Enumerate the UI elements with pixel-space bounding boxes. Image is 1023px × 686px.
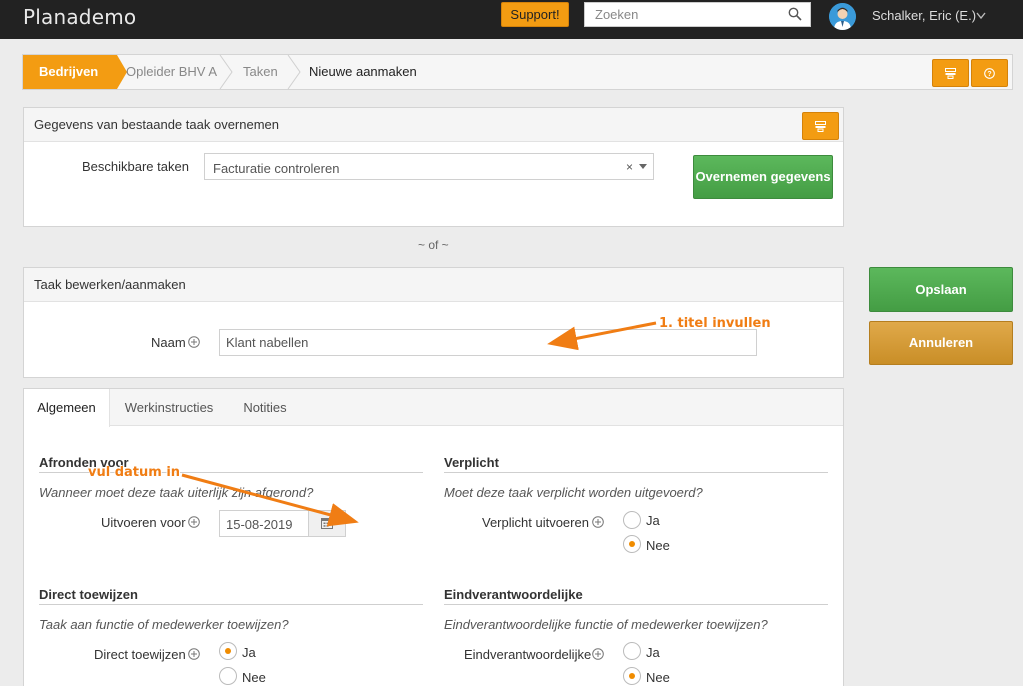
- copy-data-button[interactable]: Overnemen gegevens: [693, 155, 833, 199]
- radio-direct-nee[interactable]: [219, 667, 237, 685]
- selected-task-value: Facturatie controleren: [213, 161, 340, 176]
- dropdown-arrow-icon[interactable]: [639, 164, 647, 169]
- radio-label-nee: Nee: [242, 670, 266, 685]
- section-description-eindverantwoordelijke: Eindverantwoordelijke functie of medewer…: [444, 617, 768, 632]
- radio-verplicht-nee[interactable]: [623, 535, 641, 553]
- search-input[interactable]: [585, 3, 775, 26]
- section-title-eindverantwoordelijke: Eindverantwoordelijke: [444, 587, 583, 602]
- radio-label-ja: Ja: [242, 645, 256, 660]
- layout-icon: [815, 121, 826, 132]
- edit-task-panel-title: Taak bewerken/aanmaken: [24, 268, 843, 302]
- copy-task-panel: Gegevens van bestaande taak overnemen Be…: [23, 107, 844, 227]
- breadcrumb-item-opleider[interactable]: Opleider BHV A: [126, 55, 217, 89]
- radio-verplicht-ja[interactable]: [623, 511, 641, 529]
- plus-circle-icon[interactable]: [188, 516, 200, 528]
- annotation-title-hint: 1. titel invullen: [659, 316, 771, 331]
- tab-werkinstructies[interactable]: Werkinstructies: [111, 389, 227, 426]
- section-title-verplicht: Verplicht: [444, 455, 499, 470]
- radio-label-nee: Nee: [646, 538, 670, 553]
- task-details-panel: Algemeen Werkinstructies Notities Afrond…: [23, 388, 844, 686]
- search-icon[interactable]: [788, 7, 802, 21]
- save-button[interactable]: Opslaan: [869, 267, 1013, 312]
- breadcrumb-item-bedrijven[interactable]: Bedrijven: [23, 55, 127, 89]
- plus-circle-icon[interactable]: [188, 336, 200, 348]
- svg-text:?: ?: [987, 71, 991, 78]
- calendar-icon: [321, 518, 333, 529]
- radio-label-ja: Ja: [646, 513, 660, 528]
- radio-label-nee: Nee: [646, 670, 670, 685]
- radio-label-ja: Ja: [646, 645, 660, 660]
- date-value: 15-08-2019: [226, 517, 293, 532]
- chevron-down-icon[interactable]: [976, 12, 986, 20]
- support-button[interactable]: Support!: [501, 2, 569, 27]
- section-divider: [444, 472, 828, 473]
- breadcrumb-separator-icon: [287, 55, 301, 89]
- radio-direct-ja[interactable]: [219, 642, 237, 660]
- clear-selection-icon[interactable]: ×: [626, 160, 633, 174]
- breadcrumb-item-current: Nieuwe aanmaken: [309, 64, 417, 79]
- tab-algemeen[interactable]: Algemeen: [24, 389, 110, 427]
- section-description-direct: Taak aan functie of medewerker toewijzen…: [39, 617, 289, 632]
- tab-notities[interactable]: Notities: [227, 389, 303, 426]
- section-divider: [39, 604, 423, 605]
- available-tasks-select[interactable]: Facturatie controleren ×: [204, 153, 654, 180]
- layout-toggle-button[interactable]: [932, 59, 969, 87]
- app-brand[interactable]: Planademo: [23, 5, 136, 29]
- top-navbar: Planademo Support! Schalker, Eric (E.): [0, 0, 1023, 39]
- copy-panel-toggle-button[interactable]: [802, 112, 839, 140]
- mandatory-label: Verplicht uitvoeren: [482, 515, 589, 530]
- breadcrumb: Bedrijven Opleider BHV A Taken Nieuwe aa…: [22, 54, 1013, 90]
- radio-eindverantwoordelijke-nee[interactable]: [623, 667, 641, 685]
- available-tasks-label: Beschikbare taken: [82, 159, 189, 174]
- responsible-label: Eindverantwoordelijke: [464, 647, 592, 662]
- plus-circle-icon[interactable]: [592, 516, 604, 528]
- section-divider: [444, 604, 828, 605]
- breadcrumb-item-taken[interactable]: Taken: [243, 55, 278, 89]
- help-icon: ?: [984, 68, 995, 79]
- name-field[interactable]: [220, 330, 756, 355]
- layout-icon: [945, 68, 956, 79]
- annotation-date-hint: vul datum in: [88, 465, 181, 480]
- cancel-button[interactable]: Annuleren: [869, 321, 1013, 365]
- name-field-wrapper: [219, 329, 757, 356]
- direct-assign-label: Direct toewijzen: [94, 647, 186, 662]
- section-description-afronden: Wanneer moet deze taak uiterlijk zijn af…: [39, 485, 314, 500]
- execute-before-date-field[interactable]: 15-08-2019: [219, 510, 346, 537]
- copy-task-panel-title: Gegevens van bestaande taak overnemen: [24, 108, 843, 142]
- tab-bar: Algemeen Werkinstructies Notities: [24, 389, 843, 427]
- calendar-button[interactable]: [308, 511, 345, 536]
- breadcrumb-separator-icon: [219, 55, 233, 89]
- search-box: [584, 2, 811, 27]
- section-title-direct: Direct toewijzen: [39, 587, 138, 602]
- plus-circle-icon[interactable]: [188, 648, 200, 660]
- execute-before-label: Uitvoeren voor: [101, 515, 186, 530]
- section-description-verplicht: Moet deze taak verplicht worden uitgevoe…: [444, 485, 703, 500]
- user-menu-name[interactable]: Schalker, Eric (E.): [872, 8, 976, 23]
- avatar[interactable]: [829, 3, 856, 30]
- name-label: Naam: [151, 335, 186, 350]
- or-separator: ~ of ~: [418, 238, 449, 252]
- radio-eindverantwoordelijke-ja[interactable]: [623, 642, 641, 660]
- help-button[interactable]: ?: [971, 59, 1008, 87]
- plus-circle-icon[interactable]: [592, 648, 604, 660]
